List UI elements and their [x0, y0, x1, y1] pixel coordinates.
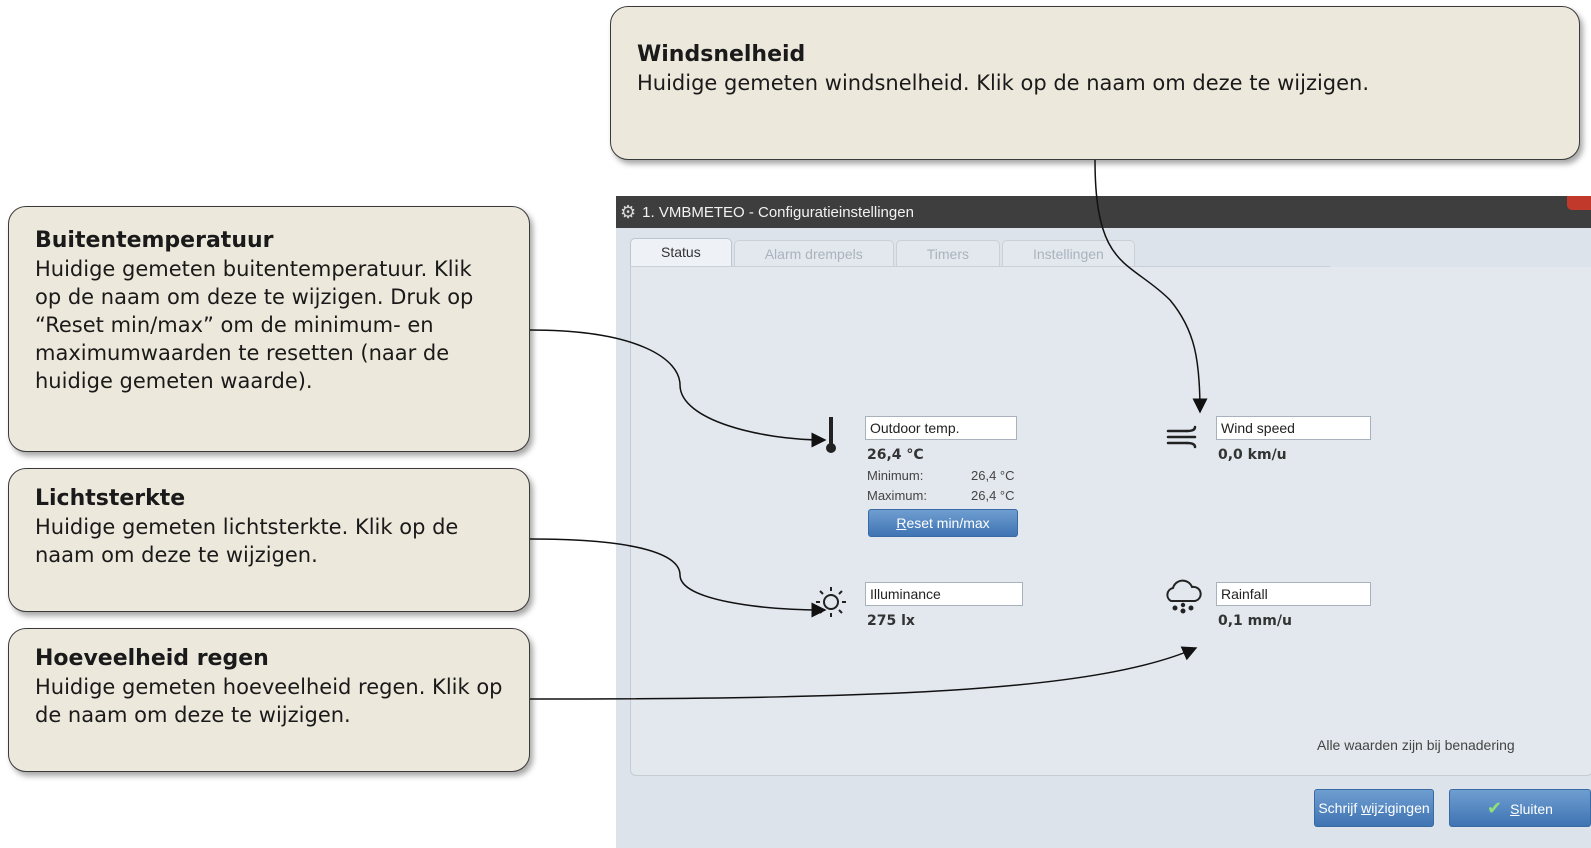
outdoor-temp-value: 26,4 °C [867, 447, 924, 463]
callout-title: Hoeveelheid regen [35, 646, 269, 671]
minimum-label: Minimum: [867, 468, 924, 483]
approximation-note: Alle waarden zijn bij benadering [1317, 737, 1515, 753]
callout-wind-speed: Windsnelheid Huidige gemeten windsnelhei… [610, 6, 1580, 160]
checkmark-icon: ✔ [1487, 798, 1503, 818]
wind-speed-name-field[interactable]: Wind speed [1216, 416, 1371, 440]
tab-status[interactable]: Status [630, 238, 732, 267]
rainfall-value: 0,1 mm/u [1218, 613, 1292, 629]
callout-body: Huidige gemeten hoeveelheid regen. Klik … [35, 675, 503, 727]
tab-settings[interactable]: Instellingen [1002, 240, 1135, 267]
rain-cloud-icon [1161, 575, 1205, 619]
maximum-value: 26,4 °C [971, 488, 1015, 503]
sun-icon [809, 580, 853, 624]
wind-icon [1161, 415, 1205, 459]
rainfall-name-field[interactable]: Rainfall [1216, 582, 1371, 606]
callout-title: Windsnelheid [637, 42, 806, 67]
tab-bar: Status Alarm drempels Timers Instellinge… [630, 238, 1137, 267]
minimum-value: 26,4 °C [971, 468, 1015, 483]
tab-timers[interactable]: Timers [895, 240, 1000, 267]
thermometer-icon [809, 413, 853, 457]
callout-body: Huidige gemeten lichtsterkte. Klik op de… [35, 515, 459, 567]
close-window-button[interactable] [1567, 196, 1591, 210]
callout-illuminance: Lichtsterkte Huidige gemeten lichtsterkt… [8, 468, 530, 612]
close-button[interactable]: ✔ Sluiten [1449, 789, 1591, 827]
callout-body: Huidige gemeten buitentemperatuur. Klik … [35, 257, 474, 393]
config-window: ⚙ 1. VMBMETEO - Configuratieinstellingen… [616, 196, 1591, 848]
outdoor-temp-name-field[interactable]: Outdoor temp. [865, 416, 1017, 440]
window-title: 1. VMBMETEO - Configuratieinstellingen [642, 203, 914, 221]
reset-min-max-button[interactable]: Reset min/max [868, 509, 1018, 537]
wind-speed-value: 0,0 km/u [1218, 447, 1287, 463]
callout-rainfall: Hoeveelheid regen Huidige gemeten hoevee… [8, 628, 530, 772]
callout-body: Huidige gemeten windsnelheid. Klik op de… [637, 71, 1370, 95]
tab-alarm-thresholds[interactable]: Alarm drempels [733, 240, 894, 267]
callout-title: Buitentemperatuur [35, 228, 274, 253]
maximum-label: Maximum: [867, 488, 927, 503]
title-bar[interactable]: ⚙ 1. VMBMETEO - Configuratieinstellingen [616, 196, 1591, 228]
callout-title: Lichtsterkte [35, 486, 186, 511]
callout-outdoor-temperature: Buitentemperatuur Huidige gemeten buiten… [8, 206, 530, 452]
gear-icon: ⚙ [620, 201, 637, 222]
illuminance-value: 275 lx [867, 613, 915, 629]
write-changes-button[interactable]: Schrijf wijzigingen [1314, 789, 1434, 827]
status-panel: Outdoor temp. 26,4 °C Minimum: 26,4 °C M… [630, 267, 1591, 776]
illuminance-name-field[interactable]: Illuminance [865, 582, 1023, 606]
